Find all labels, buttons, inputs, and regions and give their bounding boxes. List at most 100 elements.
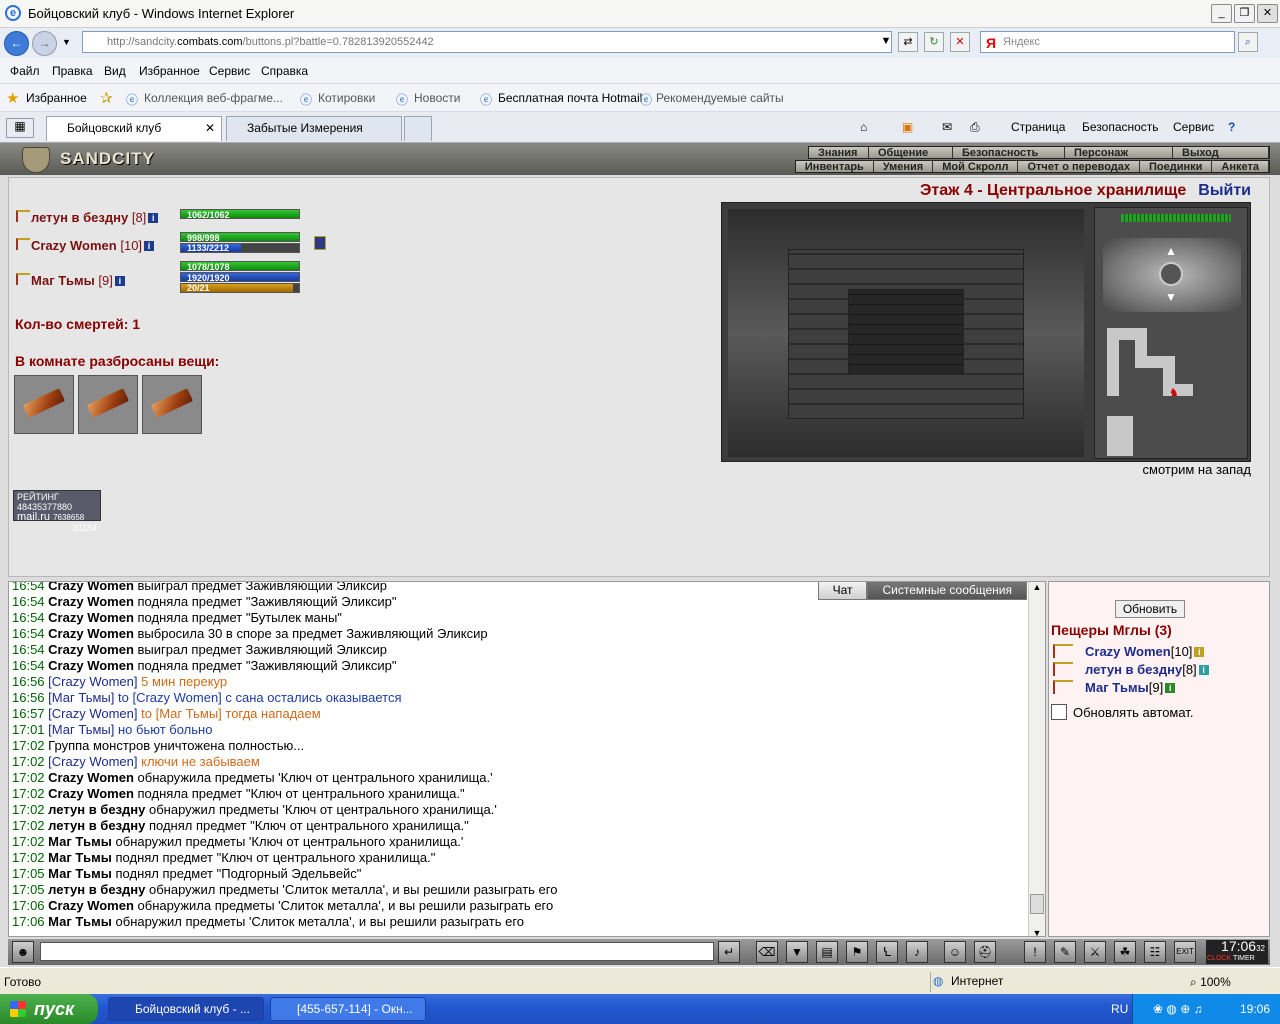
fav-link-news[interactable]: Новости [414,91,460,105]
auto-refresh-checkbox[interactable] [1051,704,1067,720]
close-button[interactable]: ✕ [1257,4,1278,23]
search-icon[interactable]: ⌕ [1238,32,1258,52]
info-icon[interactable]: i [148,213,159,223]
maximize-button[interactable]: ❐ [1234,4,1255,23]
search-input[interactable]: Я Яндекс [980,31,1235,53]
helmet-icon[interactable]: ⛑ [974,941,996,963]
game-menu-exit[interactable]: Выход [1173,147,1269,159]
taskbar-item-ie[interactable]: Бойцовский клуб - ... [108,997,264,1021]
chat-author[interactable]: [Crazy Women] [48,754,137,769]
exit-icon[interactable]: EXIT [1174,941,1196,963]
movement-dial[interactable]: ▲ ▼ [1103,238,1241,312]
add-favorite-icon[interactable]: ✰ [100,89,113,107]
info-icon[interactable]: i [1194,647,1205,657]
game-menu-battles[interactable]: Поединки [1140,161,1213,173]
chat-author[interactable]: Crazy Women [48,582,134,593]
chat-author[interactable]: летун в бездну [48,882,145,897]
chat-author[interactable]: летун в бездну [48,818,145,833]
chat-author[interactable]: Маг Тьмы [48,866,112,881]
fav-link-hotmail[interactable]: Бесплатная почта Hotmail [498,91,642,105]
info-icon[interactable]: i [144,241,155,251]
game-menu-character[interactable]: Персонаж [1065,147,1173,159]
menu-favorites[interactable]: Избранное [139,64,200,78]
chat-author[interactable]: Crazy Women [48,594,134,609]
scroll-icon[interactable]: ✎ [1054,941,1076,963]
smiley-menu-icon[interactable]: ☻ [12,941,34,963]
info-icon[interactable]: i [1198,665,1209,675]
tab-chat[interactable]: Чат [817,582,868,600]
tray-icons[interactable]: ❀ ◍ ⊕ ♫ [1153,994,1203,1024]
movement-icon[interactable]: ⚑ [846,941,868,963]
game-menu-scroll[interactable]: Мой Скролл [933,161,1019,173]
room-player[interactable]: Crazy Women[10] i [1053,644,1205,659]
print-icon[interactable]: ⎙ [970,120,980,135]
close-tab-icon[interactable]: ✕ [205,117,215,140]
tab-forgotten-dimensions[interactable]: Забытые Измерения [226,116,402,141]
player-row[interactable]: летун в бездну [8] i [15,209,159,225]
info-icon[interactable]: i [114,276,125,286]
forward-button[interactable]: → [32,31,57,56]
chat-author[interactable]: Crazy Women [48,626,134,641]
metal-ingot-item[interactable] [78,375,138,434]
translit-icon[interactable]: Ꝇ [876,941,898,963]
room-player[interactable]: Маг Тьмы[9] i [1053,680,1176,695]
friends-icon[interactable]: ☷ [1144,941,1166,963]
rating-counter[interactable]: РЕЙТИНГ 48435377880 mail.ru 7638658 3118… [13,490,101,533]
exit-link[interactable]: Выйти [1198,182,1251,199]
chat-author[interactable]: Crazy Women [48,786,134,801]
chat-author[interactable]: Crazy Women [48,770,134,785]
tab-system-messages[interactable]: Системные сообщения [867,582,1027,600]
move-forward-icon[interactable]: ▲ [1165,244,1177,258]
chat-author[interactable]: Маг Тьмы [48,834,112,849]
info-icon[interactable]: i [1165,683,1176,693]
back-button[interactable]: ← [4,31,29,56]
favorites-button[interactable]: Избранное [26,91,87,105]
tool-page[interactable]: Страница [1011,120,1065,134]
menu-tools[interactable]: Сервис [209,64,250,78]
filter-icon[interactable]: ▼ [786,941,808,963]
stop-icon[interactable]: ✕ [950,32,970,52]
chat-author[interactable]: [Маг Тьмы] [48,722,114,737]
zoom-level[interactable]: ⌕ 100% [1190,975,1231,990]
center-dial-icon[interactable] [1159,262,1183,286]
player-row[interactable]: Crazy Women [10] i [15,237,155,253]
chat-author[interactable]: Crazy Women [48,610,134,625]
chat-author[interactable]: [Crazy Women] [48,706,137,721]
mail-icon[interactable]: ✉ [942,120,952,134]
menu-file[interactable]: Файл [10,64,40,78]
auto-refresh-option[interactable]: Обновлять автомат. [1051,704,1193,720]
game-menu-security[interactable]: Безопасность [953,147,1065,159]
eraser-icon[interactable]: ⌫ [756,941,778,963]
feeds-icon[interactable]: ▣ [902,120,913,134]
metal-ingot-item[interactable] [142,375,202,434]
room-player[interactable]: летун в бездну[8] i [1053,662,1209,677]
game-menu-skills[interactable]: Умения [873,161,934,173]
chat-author[interactable]: [Маг Тьмы] [48,690,114,705]
chat-author[interactable]: Crazy Women [48,642,134,657]
chat-author[interactable]: Маг Тьмы [48,914,112,929]
home-icon[interactable]: ⌂ [860,120,867,134]
quest-icon[interactable]: ! [1024,941,1046,963]
menu-edit[interactable]: Правка [52,64,93,78]
refresh-icon[interactable]: ↻ [924,32,944,52]
security-zone[interactable]: ◍ Интернет [930,972,1003,992]
game-menu-knowledge[interactable]: Знания [809,147,869,159]
game-menu-profile[interactable]: Анкета [1212,161,1269,173]
language-indicator[interactable]: RU [1111,994,1128,1024]
battle-icon[interactable]: ⚔ [1084,941,1106,963]
url-input[interactable]: http://sandcity.combats.com/buttons.pl?b… [82,31,892,53]
menu-view[interactable]: Вид [104,64,126,78]
tool-service[interactable]: Сервис [1173,120,1214,134]
fav-link-quotes[interactable]: Котировки [318,91,375,105]
corridor-view[interactable] [728,209,1084,457]
tool-security[interactable]: Безопасность [1082,120,1159,134]
scroll-down-icon[interactable]: ▼ [1029,928,1045,936]
chat-author[interactable]: Crazy Women [48,898,134,913]
help-icon[interactable]: ? [1228,120,1235,134]
fav-link-suggested[interactable]: Рекомендуемые сайты [656,91,784,105]
chat-input[interactable] [40,942,714,961]
chat-author[interactable]: летун в бездну [48,802,145,817]
url-dropdown-icon[interactable]: ▼ [876,32,896,52]
menu-help[interactable]: Справка [261,64,308,78]
move-back-icon[interactable]: ▼ [1165,290,1177,304]
